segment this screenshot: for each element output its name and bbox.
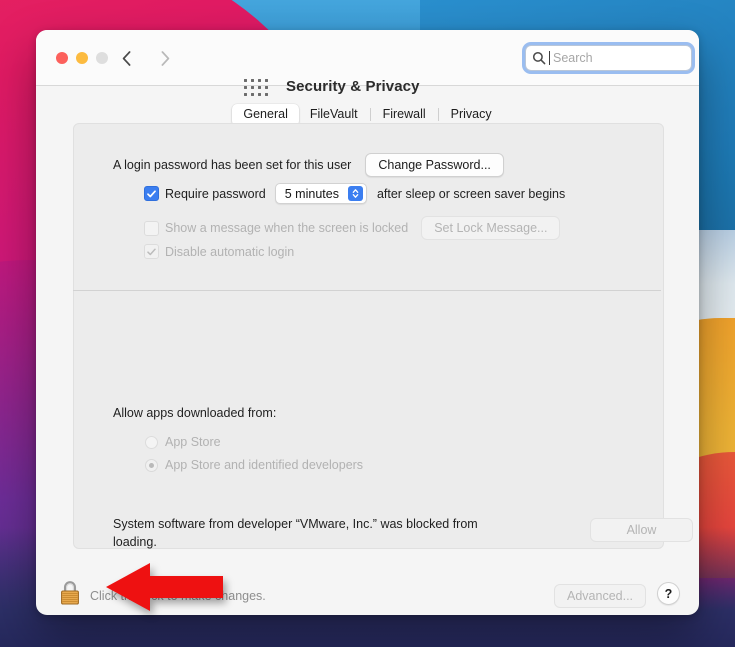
grid-dot [258, 79, 261, 82]
advanced-button[interactable]: Advanced... [554, 584, 647, 609]
set-lock-message-button[interactable]: Set Lock Message... [421, 216, 561, 241]
login-password-row: A login password has been set for this u… [113, 153, 504, 178]
window-titlebar: Security & Privacy [36, 30, 699, 96]
grid-dot [265, 79, 268, 82]
radio-app-store-label: App Store [165, 435, 221, 449]
lock-message-label: Click the lock to make changes. [90, 589, 266, 603]
disable-auto-login-checkbox[interactable] [144, 244, 159, 259]
login-password-label: A login password has been set for this u… [113, 158, 352, 173]
search-field[interactable] [525, 45, 692, 71]
security-privacy-window: Security & Privacy General FileVault Fir… [36, 30, 699, 615]
show-lock-message-label: Show a message when the screen is locked [165, 221, 409, 236]
window-bottom-bar: Click the lock to make changes. Advanced… [36, 570, 699, 615]
tab-separator [369, 108, 371, 122]
checkmark-icon [147, 248, 156, 255]
back-button[interactable] [115, 47, 137, 69]
close-button[interactable] [56, 52, 68, 64]
chevron-left-icon [122, 50, 130, 66]
require-password-label: Require password [165, 186, 266, 201]
chevron-updown-icon [352, 189, 359, 198]
disable-auto-login-row: Disable automatic login [144, 244, 294, 259]
search-input[interactable] [553, 51, 673, 65]
radio-app-store-identified-row[interactable]: App Store and identified developers [145, 458, 363, 472]
zoom-button[interactable] [96, 52, 108, 64]
allow-apps-heading: Allow apps downloaded from: [113, 406, 277, 420]
require-password-row: Require password 5 minutes after sleep o… [144, 183, 565, 204]
require-password-interval-popup[interactable]: 5 minutes [274, 183, 367, 204]
grid-dot [244, 79, 247, 82]
show-lock-message-row: Show a message when the screen is locked… [144, 216, 561, 241]
radio-dot [149, 462, 154, 468]
radio-app-store[interactable] [145, 435, 158, 449]
require-password-suffix: after sleep or screen saver begins [376, 186, 566, 201]
minimize-button[interactable] [76, 52, 88, 64]
lock-button[interactable] [57, 579, 83, 607]
radio-app-store-identified-label: App Store and identified developers [165, 458, 364, 472]
section-divider [73, 290, 661, 291]
forward-button[interactable] [154, 47, 176, 69]
general-panel: A login password has been set for this u… [73, 123, 693, 549]
allow-apps-heading-row: Allow apps downloaded from: [113, 406, 276, 420]
stepper-arrows[interactable] [347, 186, 363, 201]
traffic-lights [56, 52, 108, 64]
grid-dot [251, 79, 254, 82]
screen: Security & Privacy General FileVault Fir… [0, 0, 735, 647]
checkmark-icon [147, 189, 156, 197]
text-caret [549, 51, 550, 65]
chevron-right-icon [161, 50, 169, 66]
interval-value: 5 minutes [284, 186, 339, 201]
change-password-button[interactable]: Change Password... [365, 153, 504, 178]
search-icon [532, 51, 546, 65]
radio-app-store-row[interactable]: App Store [145, 435, 221, 449]
allow-button[interactable]: Allow [590, 518, 693, 543]
show-lock-message-checkbox[interactable] [144, 220, 159, 236]
radio-app-store-identified[interactable] [145, 458, 158, 472]
blocked-software-notice: System software from developer “VMware, … [113, 517, 478, 549]
require-password-checkbox[interactable] [144, 186, 159, 201]
disable-auto-login-label: Disable automatic login [165, 244, 295, 259]
tab-separator [437, 108, 439, 122]
help-button[interactable]: ? [657, 582, 680, 605]
